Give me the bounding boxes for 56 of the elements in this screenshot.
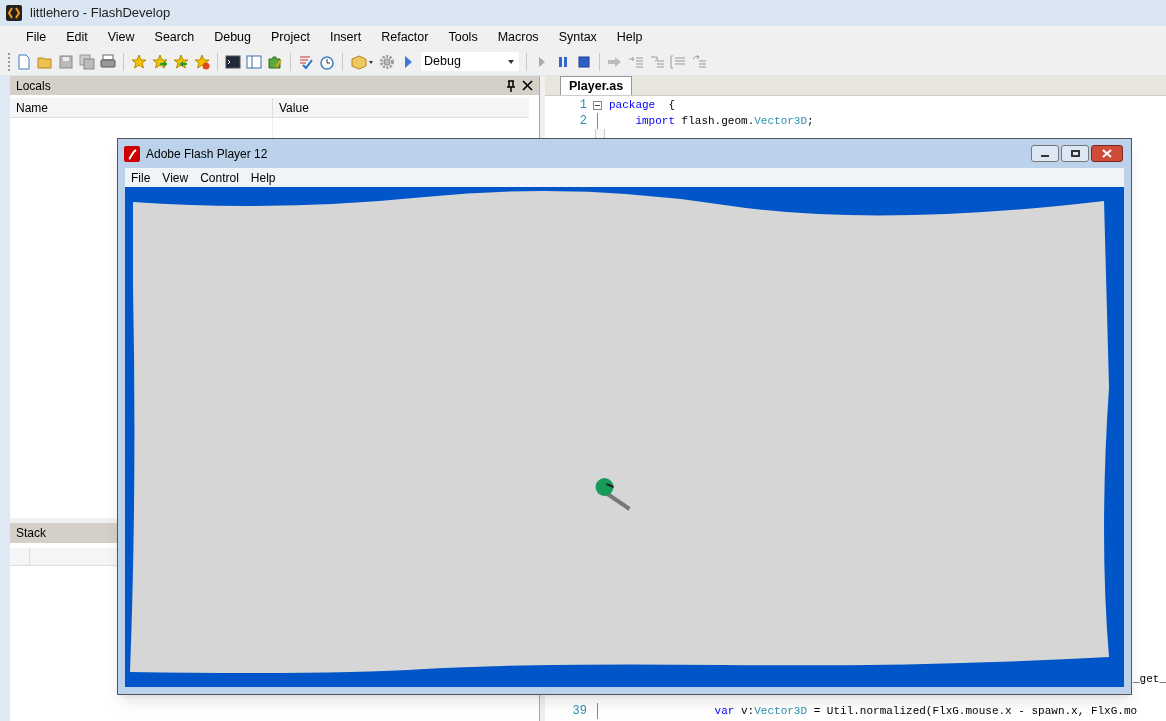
menu-item[interactable]: File (16, 27, 57, 47)
menu-item[interactable]: View (97, 27, 145, 47)
column-heading[interactable]: Value (273, 98, 529, 117)
menu-item[interactable]: Edit (56, 27, 98, 47)
panel-title: Stack (16, 525, 46, 542)
restart-icon[interactable] (691, 53, 707, 70)
menu-item[interactable]: Control (194, 168, 245, 187)
line-number: 2 (578, 113, 588, 130)
menu-item[interactable]: Debug (204, 27, 262, 47)
window-icon[interactable] (246, 53, 262, 70)
new-file-icon[interactable] (16, 53, 32, 70)
print-icon[interactable] (100, 53, 116, 70)
menu-item[interactable]: Help (244, 168, 282, 187)
menu-item[interactable]: View (156, 168, 195, 187)
menu-item[interactable]: File (125, 168, 157, 187)
editor-tab[interactable]: Player.as (560, 76, 633, 95)
fold-toggle[interactable] (592, 100, 602, 110)
menu-item[interactable]: Insert (319, 27, 372, 47)
code-line: _get_ (1132, 671, 1166, 687)
menu-item[interactable]: Help (606, 27, 653, 47)
package-icon[interactable] (350, 53, 374, 70)
menu-item[interactable]: Refactor (371, 27, 439, 47)
app-icon (124, 145, 140, 162)
close-icon (1102, 149, 1112, 158)
code-line: var v:Vector3D = Util.normalized(FlxG.mouse.x - spawn.x, FlxG.mo (713, 703, 1139, 719)
code-line: import flash.geom.Vector3D; (634, 113, 815, 129)
star-icon[interactable] (131, 53, 147, 70)
maximize-button[interactable] (1061, 145, 1089, 162)
window-title: littlehero - FlashDevelop (30, 4, 171, 23)
menu-item[interactable]: Tools (438, 27, 488, 47)
config-dropdown[interactable]: Debug (421, 52, 519, 71)
code-line: package { (608, 97, 677, 113)
line-number: 1 (578, 97, 588, 114)
app-icon (6, 5, 22, 21)
save-icon[interactable] (58, 53, 74, 70)
menu-item[interactable]: Project (261, 27, 320, 47)
star-next-icon[interactable] (152, 53, 168, 70)
alarm-clock-icon[interactable] (319, 53, 335, 70)
star-previous-icon[interactable] (173, 53, 189, 70)
menu-item[interactable]: Search (144, 27, 205, 47)
minimize-button[interactable] (1031, 145, 1059, 162)
star-remove-icon[interactable] (194, 53, 210, 70)
save-all-icon[interactable] (79, 53, 95, 70)
close-button[interactable] (1091, 145, 1123, 162)
gear-icon[interactable] (379, 53, 395, 70)
stop-icon[interactable] (576, 53, 592, 70)
checklist-icon[interactable] (298, 53, 314, 70)
terminal-icon[interactable] (225, 53, 241, 70)
close-icon[interactable] (522, 80, 533, 91)
panel-title: Locals (16, 77, 51, 95)
menu-item[interactable]: Macros (487, 27, 549, 47)
column-heading[interactable]: Name (10, 98, 273, 117)
window-title: Adobe Flash Player 12 (146, 145, 269, 163)
pin-icon[interactable] (506, 79, 516, 92)
menu-item[interactable]: Syntax (548, 27, 607, 47)
line-number: 39 (571, 703, 588, 720)
